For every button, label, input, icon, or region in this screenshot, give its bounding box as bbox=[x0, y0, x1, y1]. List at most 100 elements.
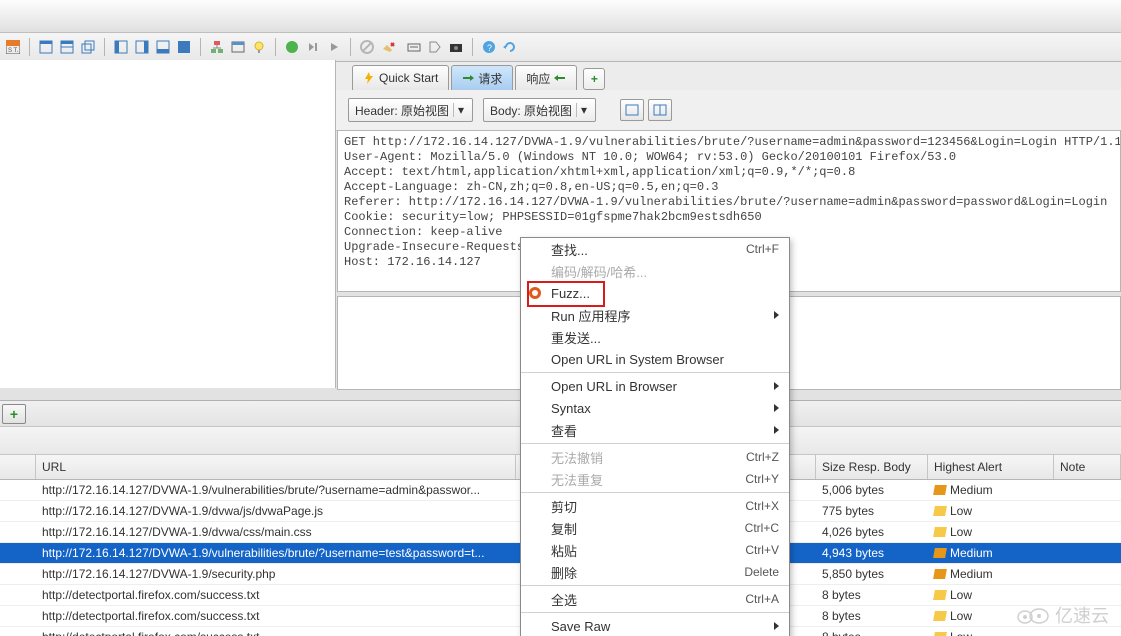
left-sidebar-pane bbox=[0, 60, 336, 388]
sitemap-icon[interactable] bbox=[208, 38, 226, 56]
record-icon[interactable] bbox=[283, 38, 301, 56]
menu-separator bbox=[521, 492, 789, 493]
tab-quick-start[interactable]: Quick Start bbox=[352, 65, 449, 90]
menu-item[interactable]: 查看 bbox=[521, 419, 789, 441]
cell-size: 775 bytes bbox=[816, 504, 928, 518]
menu-item[interactable]: 重发送... bbox=[521, 326, 789, 348]
view-layout-split-icon[interactable] bbox=[648, 99, 672, 121]
menu-separator bbox=[521, 612, 789, 613]
submenu-arrow-icon bbox=[774, 622, 779, 630]
stop-icon[interactable] bbox=[358, 38, 376, 56]
layout-selector-icon[interactable]: S T. bbox=[4, 38, 22, 56]
column-alert[interactable]: Highest Alert bbox=[928, 455, 1054, 479]
lightbulb-icon[interactable] bbox=[250, 38, 268, 56]
camera-icon[interactable] bbox=[447, 38, 465, 56]
help-icon[interactable]: ? bbox=[480, 38, 498, 56]
menu-shortcut: Ctrl+Z bbox=[746, 450, 779, 464]
cell-size: 5,850 bytes bbox=[816, 567, 928, 581]
chevron-down-icon: ▾ bbox=[453, 103, 468, 117]
flag-icon bbox=[933, 485, 947, 495]
tab-response[interactable]: 响应 bbox=[515, 65, 577, 90]
watermark: 亿速云 bbox=[1015, 602, 1109, 628]
menu-label: 编码/解码/哈希... bbox=[551, 262, 779, 281]
submenu-arrow-icon bbox=[774, 426, 779, 434]
sidepanel-left-icon[interactable] bbox=[112, 38, 130, 56]
view-layout-single-icon[interactable] bbox=[620, 99, 644, 121]
menu-item[interactable]: Run 应用程序 bbox=[521, 304, 789, 326]
menu-item[interactable]: Open URL in System Browser bbox=[521, 348, 789, 370]
lightning-icon bbox=[363, 72, 375, 84]
header-view-dropdown[interactable]: Header: 原始视图 ▾ bbox=[348, 98, 473, 122]
sidepanel-full-icon[interactable] bbox=[175, 38, 193, 56]
menu-shortcut: Ctrl+C bbox=[745, 521, 779, 535]
menu-item[interactable]: Fuzz... bbox=[521, 282, 789, 304]
reload-icon[interactable] bbox=[501, 38, 519, 56]
layout-full-icon[interactable] bbox=[37, 38, 55, 56]
menu-item[interactable]: Syntax bbox=[521, 397, 789, 419]
submenu-arrow-icon bbox=[774, 404, 779, 412]
add-history-tab-button[interactable]: + bbox=[2, 404, 26, 424]
menu-item: 无法撤销Ctrl+Z bbox=[521, 446, 789, 468]
menu-separator bbox=[521, 372, 789, 373]
svg-text:?: ? bbox=[487, 43, 492, 53]
cell-alert: Medium bbox=[928, 546, 1054, 560]
menu-item[interactable]: Save Raw bbox=[521, 615, 789, 636]
watermark-text: 亿速云 bbox=[1055, 602, 1109, 628]
menu-item[interactable]: 粘贴Ctrl+V bbox=[521, 539, 789, 561]
cell-size: 8 bytes bbox=[816, 630, 928, 636]
menu-item: 编码/解码/哈希... bbox=[521, 260, 789, 282]
cell-alert: Medium bbox=[928, 567, 1054, 581]
tab-label: 请求 bbox=[478, 70, 502, 87]
layout-detach-icon[interactable] bbox=[79, 38, 97, 56]
sidepanel-right-icon[interactable] bbox=[133, 38, 151, 56]
column-size[interactable]: Size Resp. Body bbox=[816, 455, 928, 479]
menu-label: Run 应用程序 bbox=[551, 306, 774, 325]
menu-shortcut: Ctrl+V bbox=[745, 543, 779, 557]
cell-url: http://detectportal.firefox.com/success.… bbox=[36, 630, 516, 636]
menu-label: Open URL in Browser bbox=[551, 379, 774, 394]
play-icon[interactable] bbox=[325, 38, 343, 56]
step-icon[interactable] bbox=[304, 38, 322, 56]
tab-label: Quick Start bbox=[379, 71, 438, 85]
fuzz-icon bbox=[527, 285, 543, 301]
context-menu: 查找...Ctrl+F 编码/解码/哈希...Fuzz... Run 应用程序重发送… bbox=[520, 237, 790, 636]
menu-item[interactable]: 剪切Ctrl+X bbox=[521, 495, 789, 517]
add-tab-button[interactable]: + bbox=[583, 68, 605, 90]
menu-separator bbox=[521, 585, 789, 586]
column-blank[interactable] bbox=[0, 455, 36, 479]
layout-split-h-icon[interactable] bbox=[58, 38, 76, 56]
menu-label: Save Raw bbox=[551, 619, 774, 634]
column-url[interactable]: URL bbox=[36, 455, 516, 479]
menu-item[interactable]: 删除Delete bbox=[521, 561, 789, 583]
column-note[interactable]: Note bbox=[1054, 455, 1121, 479]
cell-alert: Low bbox=[928, 588, 1054, 602]
menu-shortcut: Ctrl+Y bbox=[745, 472, 779, 486]
sidepanel-bottom-icon[interactable] bbox=[154, 38, 172, 56]
cell-size: 4,026 bytes bbox=[816, 525, 928, 539]
body-view-dropdown[interactable]: Body: 原始视图 ▾ bbox=[483, 98, 596, 122]
header-label: Note bbox=[1060, 460, 1085, 474]
tab-request[interactable]: 请求 bbox=[451, 65, 513, 90]
clear-icon[interactable] bbox=[379, 38, 397, 56]
arrow-right-icon bbox=[462, 72, 474, 84]
flag-icon bbox=[933, 611, 947, 621]
header-label: Size Resp. Body bbox=[822, 460, 911, 474]
cell-url: http://172.16.14.127/DVWA-1.9/vulnerabil… bbox=[36, 546, 516, 560]
menu-item[interactable]: 查找...Ctrl+F bbox=[521, 238, 789, 260]
main-toolbar: S T. ? bbox=[0, 33, 1121, 62]
menu-item[interactable]: 全选Ctrl+A bbox=[521, 588, 789, 610]
keyboard-icon[interactable] bbox=[405, 38, 423, 56]
menu-item[interactable]: 复制Ctrl+C bbox=[521, 517, 789, 539]
cell-size: 5,006 bytes bbox=[816, 483, 928, 497]
svg-text:S T.: S T. bbox=[8, 48, 19, 54]
header-label: Highest Alert bbox=[934, 460, 1002, 474]
tag-icon[interactable] bbox=[426, 38, 444, 56]
menu-item[interactable]: Open URL in Browser bbox=[521, 375, 789, 397]
menu-label: 全选 bbox=[551, 590, 745, 609]
cell-size: 8 bytes bbox=[816, 588, 928, 602]
cell-url: http://172.16.14.127/DVWA-1.9/dvwa/css/m… bbox=[36, 525, 516, 539]
browser-icon[interactable] bbox=[229, 38, 247, 56]
cell-size: 4,943 bytes bbox=[816, 546, 928, 560]
flag-icon bbox=[933, 632, 947, 636]
cell-alert: Low bbox=[928, 504, 1054, 518]
